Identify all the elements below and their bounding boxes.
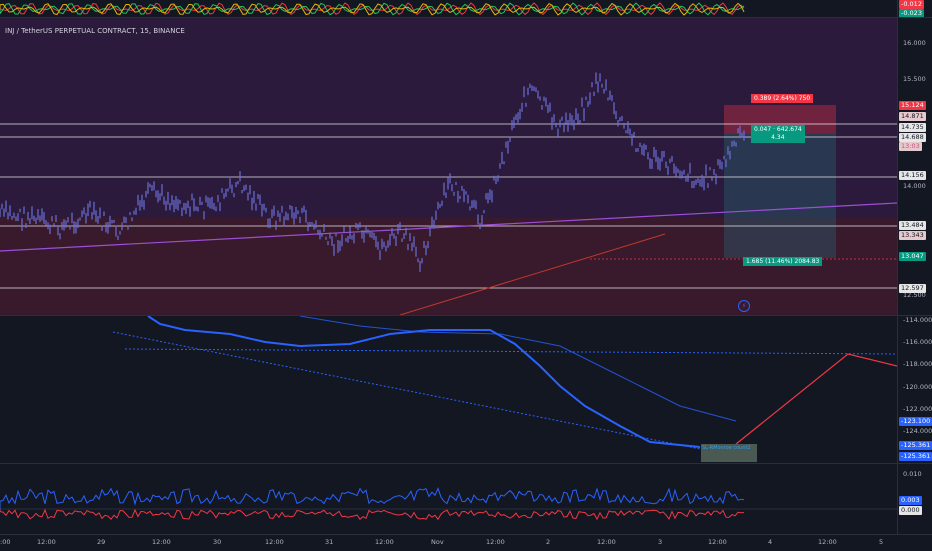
time-tick: 12:00 [37,538,56,546]
oscillator-pane[interactable] [0,316,897,463]
time-tick: :00 [0,538,11,546]
time-tick: 31 [325,538,334,546]
osc-main-line [147,316,701,448]
top-badge-1: -0.012 [899,0,924,9]
osc-tick: -118.000 [903,360,932,368]
time-tick: 3 [658,538,663,546]
osc-tick: -120.000 [903,383,932,391]
osc-slow-line [299,316,737,422]
time-tick: 30 [213,538,222,546]
osc-dotted-trend [112,331,701,450]
time-tick: 12:00 [152,538,171,546]
time-tick: 2 [546,538,551,546]
osc-tick: -122.000 [903,405,932,413]
oscillator-note: SL-RMonroe count2 [701,444,757,462]
entry-label-line1: 0.047 · 642.674 [754,126,802,133]
position-entry-label: 0.047 · 642.674 4.34 [751,125,805,143]
entry-label-line2: 4.34 [771,134,785,141]
price-tick: 16.000 [903,39,926,47]
time-tick: 29 [97,538,106,546]
top-indicator-strip [0,0,897,18]
osc-tick: -124.000 [903,427,932,435]
price-badge: 13:03 [899,142,922,151]
momentum-line-red [0,508,745,521]
osc-dotted-level [124,348,897,355]
momentum-scale[interactable]: 0.010 0.003 0.000 [897,464,932,534]
price-badge: 12.597 [899,284,926,293]
osc-badge: -125.361 [899,452,932,461]
price-badge: 15.124 [899,101,926,110]
position-stop-label: 0.389 (2.64%) 750 [751,94,814,103]
time-tick: 5 [879,538,884,546]
bolt-icon[interactable]: ⚡ [738,300,750,312]
time-tick: 12:00 [265,538,284,546]
osc-tick: -114.000 [903,316,932,324]
price-badge: 14.871 [899,112,926,121]
osc-tick: -116.000 [903,338,932,346]
time-tick: 12:00 [818,538,837,546]
osc-projection-line [735,353,897,445]
momentum-line-blue [0,487,745,509]
pane-title: INJ / TetherUS PERPETUAL CONTRACT, 15, B… [5,27,185,35]
position-target-label: 1.685 (11.46%) 2084.83 [743,257,823,266]
time-tick: 12:00 [375,538,394,546]
main-price-pane[interactable] [0,18,897,315]
oscillator-chart[interactable] [0,316,897,463]
price-badge: 14.688 [899,133,926,142]
time-tick: 4 [768,538,773,546]
momentum-tick: 0.010 [903,470,922,478]
top-indicator-wave [0,2,745,16]
oscillator-scale[interactable]: -114.000 -116.000 -118.000 -120.000 -122… [897,316,932,463]
price-badge: 13.047 [899,252,926,261]
price-badge: 13.343 [899,231,926,240]
take-profit-zone [724,134,836,258]
price-scale[interactable]: 16.000 15.500 14.000 12.500 15.124 14.87… [897,18,932,315]
strip-wave [0,2,745,16]
osc-badge: -123.100 [899,417,932,426]
time-tick: Nov [431,538,444,546]
price-chart[interactable] [0,18,897,315]
osc-badge: -125.361 [899,441,932,450]
momentum-pane[interactable] [0,464,897,534]
time-tick: 12:00 [486,538,505,546]
top-strip-scale[interactable]: -0.012 -0.023 [897,0,932,18]
momentum-chart[interactable] [0,464,897,534]
price-badge: 14.735 [899,123,926,132]
price-tick: 14.000 [903,182,926,190]
momentum-badge: 0.000 [899,506,922,515]
price-badge: 13.484 [899,221,926,230]
momentum-badge: 0.003 [899,496,922,505]
time-tick: 12:00 [597,538,616,546]
time-axis[interactable]: :00 12:00 29 12:00 30 12:00 31 12:00 Nov… [0,534,932,551]
price-tick: 15.500 [903,75,926,83]
time-tick: 12:00 [708,538,727,546]
price-badge: 14.156 [899,171,926,180]
